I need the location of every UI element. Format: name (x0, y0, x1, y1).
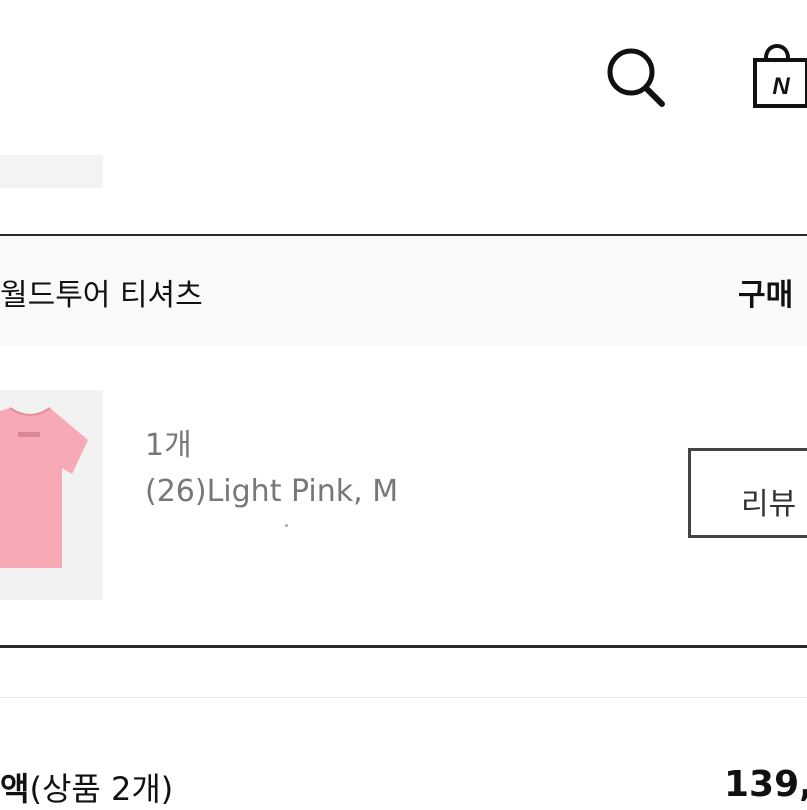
product-image[interactable] (0, 390, 103, 600)
purchase-label[interactable]: 구매 (738, 270, 793, 314)
quantity-text: 1개 (145, 428, 192, 463)
previous-item-strip (0, 155, 103, 188)
bag-letter: N (772, 73, 790, 100)
tshirt-icon (0, 407, 88, 568)
top-header (0, 0, 807, 150)
total-label: 액(상품 2개) (0, 764, 173, 810)
review-button[interactable]: 리뷰 (688, 448, 807, 538)
decorative-dot (285, 524, 288, 527)
total-value: 139, (724, 764, 807, 805)
option-text: (26)Light Pink, M (145, 474, 399, 509)
search-button[interactable] (600, 42, 672, 114)
search-icon (607, 48, 665, 107)
section-divider-bottom (0, 645, 807, 648)
product-name[interactable]: 월드투어 티셔츠 (0, 270, 203, 314)
shopping-bag-button[interactable]: N (748, 34, 807, 114)
total-label-bold: 액 (0, 770, 30, 808)
shopping-bag-icon: N (753, 44, 807, 108)
light-divider (0, 697, 807, 698)
total-label-rest: (상품 2개) (29, 770, 174, 808)
review-button-label: 리뷰 (741, 487, 797, 522)
